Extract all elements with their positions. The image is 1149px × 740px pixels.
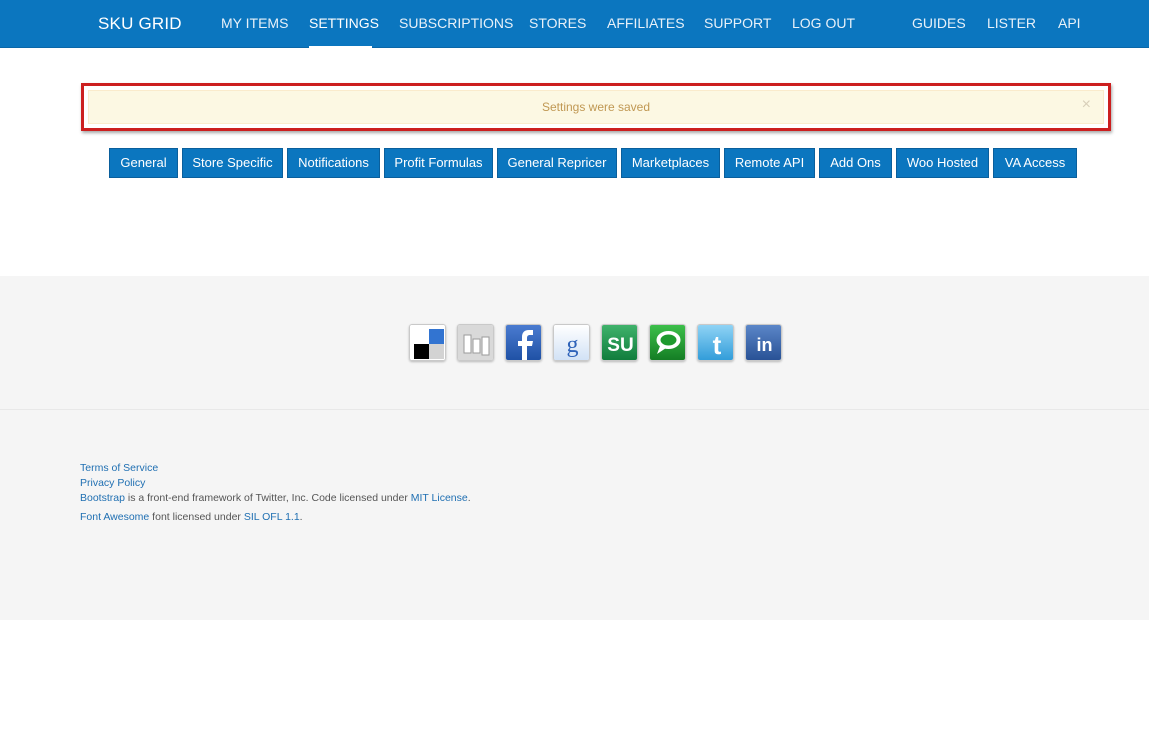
stumbleupon-icon[interactable]: SU (601, 324, 638, 361)
svg-text:t: t (713, 330, 722, 360)
nav-affiliates[interactable]: AFFILIATES (607, 15, 685, 31)
delicious-icon[interactable] (409, 324, 446, 361)
nav-active-indicator (309, 46, 372, 48)
nav-my-items[interactable]: MY ITEMS (221, 15, 288, 31)
facebook-icon[interactable] (505, 324, 542, 361)
tab-add-ons[interactable]: Add Ons (819, 148, 892, 178)
tab-store-specific[interactable]: Store Specific (182, 148, 283, 178)
alert-message: Settings were saved (541, 100, 651, 114)
top-navbar: SKU GRID MY ITEMS SETTINGS SUBSCRIPTIONS… (0, 0, 1149, 48)
close-icon[interactable]: × (1082, 97, 1091, 113)
brand-logo[interactable]: SKU GRID (98, 14, 182, 34)
success-alert: Settings were saved × (88, 90, 1104, 124)
tab-remote-api[interactable]: Remote API (724, 148, 815, 178)
sil-ofl-link[interactable]: SIL OFL 1.1 (244, 511, 300, 523)
tab-notifications[interactable]: Notifications (287, 148, 380, 178)
bootstrap-link[interactable]: Bootstrap (80, 492, 125, 504)
tab-general[interactable]: General (109, 148, 178, 178)
svg-text:SU: SU (607, 335, 633, 356)
google-icon[interactable]: g (553, 324, 590, 361)
terms-of-service-link[interactable]: Terms of Service (80, 462, 158, 474)
nav-log-out[interactable]: LOG OUT (792, 15, 855, 31)
technorati-icon[interactable] (649, 324, 686, 361)
mit-license-link[interactable]: MIT License (411, 492, 468, 504)
linkedin-icon[interactable]: in (745, 324, 782, 361)
font-awesome-link[interactable]: Font Awesome (80, 511, 149, 523)
nav-api[interactable]: API (1058, 15, 1081, 31)
tab-profit-formulas[interactable]: Profit Formulas (384, 148, 493, 178)
font-awesome-credit-text: font licensed under (149, 511, 244, 523)
tab-general-repricer[interactable]: General Repricer (497, 148, 617, 178)
font-awesome-credit: Font Awesome font licensed under SIL OFL… (80, 511, 303, 523)
nav-support[interactable]: SUPPORT (704, 15, 771, 31)
tab-marketplaces[interactable]: Marketplaces (621, 148, 720, 178)
svg-text:g: g (567, 332, 579, 358)
bootstrap-credit-text: is a front-end framework of Twitter, Inc… (124, 492, 411, 504)
twitter-icon[interactable]: t (697, 324, 734, 361)
period: . (299, 511, 303, 523)
privacy-policy-link[interactable]: Privacy Policy (80, 477, 145, 489)
tab-woo-hosted[interactable]: Woo Hosted (896, 148, 989, 178)
nav-settings[interactable]: SETTINGS (309, 15, 379, 31)
digg-icon[interactable] (457, 324, 494, 361)
nav-subscriptions[interactable]: SUBSCRIPTIONS (399, 15, 513, 31)
nav-lister[interactable]: LISTER (987, 15, 1036, 31)
svg-text:in: in (757, 335, 773, 355)
nav-guides[interactable]: GUIDES (912, 15, 966, 31)
nav-stores[interactable]: STORES (529, 15, 586, 31)
period: . (467, 492, 471, 504)
tab-va-access[interactable]: VA Access (993, 148, 1077, 178)
bootstrap-credit: Bootstrap is a front-end framework of Tw… (80, 492, 471, 504)
